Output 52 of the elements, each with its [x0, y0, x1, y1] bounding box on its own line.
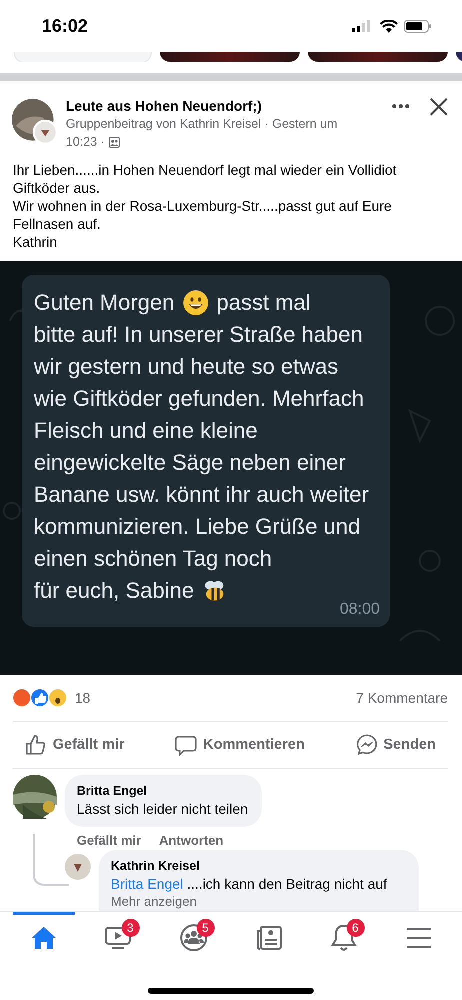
message-text: für euch, Sabine — [34, 577, 194, 605]
story-card[interactable] — [160, 52, 300, 62]
comment-button[interactable]: Kommentieren — [173, 730, 307, 760]
comment-author[interactable]: Britta Engel — [77, 783, 248, 800]
groups-icon — [180, 924, 208, 952]
nav-bell-tab[interactable]: 6 — [312, 912, 374, 960]
comment-link[interactable]: Gefällt mir — [77, 833, 142, 848]
smiley-icon — [182, 290, 209, 316]
commenter-avatar[interactable] — [13, 775, 57, 819]
nav-video-tab[interactable]: 3 — [88, 912, 150, 960]
reply-text: ....ich kann den Beitrag nicht auf — [187, 876, 388, 892]
notification-badge: 5 — [196, 919, 214, 937]
bell-icon — [330, 924, 356, 952]
mention-link[interactable]: Britta Engel — [111, 876, 184, 892]
story-card[interactable] — [308, 52, 448, 62]
speech-bubble-icon — [175, 734, 198, 756]
replier-avatar[interactable] — [65, 854, 91, 880]
group-name[interactable]: Leute aus Hohen Neuendorf;) — [66, 97, 338, 115]
reactions-icon — [13, 689, 67, 707]
reply-line — [33, 834, 69, 886]
video-icon — [104, 924, 132, 950]
nav-groups-tab[interactable]: 5 — [162, 912, 224, 960]
message-time: 08:00 — [338, 601, 380, 619]
comment-text: Lässt sich leider nicht teilen — [77, 800, 248, 819]
notification-badge: 3 — [122, 919, 140, 937]
post-time: 10:23 · — [66, 134, 105, 151]
post-meta: Gruppenbeitrag von Kathrin Kreisel · Gestern um — [66, 116, 338, 133]
group-avatar[interactable] — [12, 99, 58, 145]
message-text: Guten Morgen — [34, 289, 175, 317]
comment-link[interactable]: Antworten — [159, 833, 224, 848]
notification-badge: 6 — [346, 919, 364, 937]
thumbs-up-icon — [25, 734, 47, 756]
like-button[interactable]: Gefällt mir — [23, 730, 127, 760]
group-privacy-icon — [108, 136, 120, 148]
messenger-icon — [356, 734, 378, 756]
more-icon[interactable] — [392, 104, 410, 109]
send-button[interactable]: Senden — [354, 730, 438, 760]
reply-author[interactable]: Kathrin Kreisel — [111, 858, 405, 875]
post-text: Ihr Lieben......in Hohen Neuendorf legt mal wieder ein Vollidiot Giftköder aus. — [13, 161, 398, 197]
show-more-link[interactable]: Mehr anzeigen — [111, 894, 405, 909]
message-text: passt mal — [216, 289, 311, 317]
home-icon — [30, 924, 56, 950]
battery-icon — [404, 20, 432, 32]
status-time: 16:02 — [42, 16, 88, 36]
post-text: Wir wohnen in der Rosa-Luxemburg-Str.....passt gut auf Eure Fellnasen auf. — [13, 197, 393, 233]
comment-count[interactable]: 7 Kommentare — [356, 690, 448, 706]
wifi-icon — [380, 20, 398, 32]
post-text: Kathrin — [13, 233, 58, 251]
close-icon[interactable] — [430, 98, 448, 116]
reaction-count[interactable]: 18 — [75, 690, 91, 706]
newspaper-icon — [254, 924, 282, 950]
menu-icon — [406, 926, 432, 948]
